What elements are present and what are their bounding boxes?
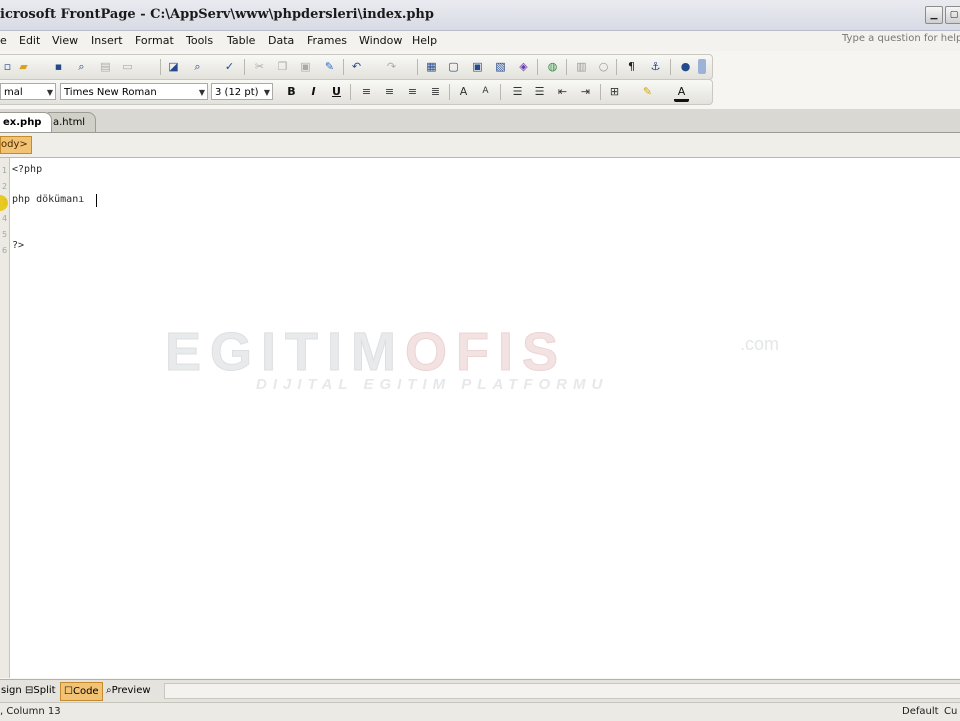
drawing-icon[interactable]: ◈ — [516, 59, 531, 74]
help-icon[interactable]: ● — [678, 59, 693, 74]
hyperlink-icon[interactable]: ◍ — [545, 59, 560, 74]
line-number-gutter: 1 2 3 4 5 6 — [0, 158, 10, 678]
help-search-input[interactable]: Type a question for help — [842, 33, 960, 44]
italic-button[interactable]: I — [306, 84, 321, 99]
open-icon[interactable]: ▰ — [16, 59, 31, 74]
web-component-icon[interactable]: ⚓ — [648, 59, 663, 74]
line-number: 5 — [1, 230, 8, 239]
style-select[interactable]: mal ▼ — [0, 83, 56, 100]
window-title: icrosoft FrontPage - C:\AppServ\www\phpd… — [0, 7, 434, 22]
watermark-logo: EGITIMOFIS — [165, 322, 568, 382]
line-number: 1 — [1, 166, 8, 175]
redo-icon[interactable]: ↷ — [384, 59, 399, 74]
highlight-icon[interactable]: ✎ — [640, 84, 655, 99]
menu-frames[interactable]: Frames — [307, 34, 347, 47]
format-painter-icon[interactable]: ✓ — [222, 59, 237, 74]
minimize-button[interactable]: ▁ — [925, 6, 943, 24]
toolbar-options-icon[interactable] — [698, 59, 706, 74]
publish-icon[interactable]: ▤ — [98, 59, 113, 74]
quick-tag-selector — [0, 133, 960, 158]
insert-layer-icon[interactable]: ▦ — [424, 59, 439, 74]
align-center-icon[interactable]: ≡ — [382, 84, 397, 99]
navigation-icon[interactable]: ○ — [596, 59, 611, 74]
menu-format[interactable]: Format — [135, 34, 174, 47]
text-caret — [96, 194, 97, 207]
insert-picture-icon[interactable]: ▧ — [493, 59, 508, 74]
tab-a-html[interactable]: a.html — [46, 112, 97, 132]
numbering-icon[interactable]: ☰ — [510, 84, 525, 99]
font-size-select[interactable]: 3 (12 pt) ▼ — [211, 83, 273, 100]
view-tab-code[interactable]: ☐Code — [60, 682, 103, 701]
menu-data[interactable]: Data — [268, 34, 294, 47]
increase-indent-icon[interactable]: ⇥ — [578, 84, 593, 99]
menu-bar: e Edit View Insert Format Tools Table Da… — [0, 31, 960, 51]
undo-icon-2[interactable]: ↶ — [349, 59, 364, 74]
standard-toolbar: ▫ ▰ ▪ ⌕ ▤ ▭ ◪ ⌕ ✓ ✂ ❐ ▣ ✎ ↶ ↷ ▦ ▢ ▣ ▧ ◈ … — [0, 54, 713, 80]
view-tab-split[interactable]: ⊟Split — [22, 682, 59, 699]
view-bar: sign ⊟Split ☐Code ⌕Preview — [0, 679, 960, 702]
line-number: 4 — [1, 214, 8, 223]
body-tag-button[interactable]: ody> — [0, 136, 32, 154]
status-bar: , Column 13 Default Cu — [0, 702, 960, 721]
code-line[interactable]: <?php — [12, 164, 42, 175]
font-color-icon[interactable]: A — [674, 84, 689, 102]
print-icon[interactable]: ▭ — [120, 59, 135, 74]
line-number: 2 — [1, 182, 8, 191]
view-tab-design[interactable]: sign — [0, 682, 25, 699]
copy-icon[interactable]: ❐ — [275, 59, 290, 74]
cut-icon[interactable]: ✂ — [252, 59, 267, 74]
paste-icon[interactable]: ▣ — [298, 59, 313, 74]
folder-list-icon[interactable]: ▥ — [574, 59, 589, 74]
bullets-icon[interactable]: ☰ — [532, 84, 547, 99]
align-right-icon[interactable]: ≡ — [405, 84, 420, 99]
search-icon[interactable]: ⌕ — [74, 59, 89, 74]
title-bar: icrosoft FrontPage - C:\AppServ\www\phpd… — [0, 0, 960, 31]
menu-table[interactable]: Table — [227, 34, 255, 47]
watermark-domain: .com — [740, 334, 780, 354]
status-mode: Default — [902, 706, 939, 717]
cursor-position: , Column 13 — [0, 706, 61, 717]
menu-view[interactable]: View — [52, 34, 78, 47]
tab-index-php[interactable]: ex.php — [0, 112, 53, 132]
menu-file[interactable]: e — [0, 34, 7, 47]
menu-help[interactable]: Help — [412, 34, 437, 47]
menu-edit[interactable]: Edit — [19, 34, 40, 47]
code-icon: ☐ — [64, 686, 73, 697]
status-extra: Cu — [944, 706, 958, 717]
code-line[interactable]: php dökümanı — [12, 194, 84, 205]
document-tabs: ex.php a.html — [0, 109, 960, 133]
font-select[interactable]: Times New Roman ▼ — [60, 83, 208, 100]
decrease-font-icon[interactable]: A — [478, 84, 493, 99]
line-number: 6 — [1, 246, 8, 255]
borders-icon[interactable]: ⊞ — [607, 84, 622, 99]
show-all-icon[interactable]: ¶ — [624, 59, 639, 74]
insert-frame-icon[interactable]: ▣ — [470, 59, 485, 74]
view-tab-preview[interactable]: ⌕Preview — [103, 682, 154, 699]
decrease-indent-icon[interactable]: ⇤ — [555, 84, 570, 99]
maximize-button[interactable]: ▢ — [945, 6, 960, 24]
menu-tools[interactable]: Tools — [186, 34, 213, 47]
menu-window[interactable]: Window — [359, 34, 402, 47]
justify-icon[interactable]: ≣ — [428, 84, 443, 99]
align-left-icon[interactable]: ≡ — [359, 84, 374, 99]
menu-insert[interactable]: Insert — [91, 34, 123, 47]
spelling-icon[interactable]: ⌕ — [190, 59, 205, 74]
code-editor[interactable] — [0, 158, 960, 678]
underline-button[interactable]: U — [329, 84, 344, 99]
formatting-toolbar: mal ▼ Times New Roman ▼ 3 (12 pt) ▼ B I U ≡… — [0, 79, 713, 105]
increase-font-icon[interactable]: A — [456, 84, 471, 99]
code-line[interactable]: ?> — [12, 240, 24, 251]
bold-button[interactable]: B — [284, 84, 299, 99]
save-icon[interactable]: ▪ — [51, 59, 66, 74]
preview-icon[interactable]: ◪ — [166, 59, 181, 74]
undo-icon[interactable]: ✎ — [322, 59, 337, 74]
horizontal-scrollbar[interactable] — [164, 683, 960, 699]
insert-table-icon[interactable]: ▢ — [446, 59, 461, 74]
watermark-subtitle: DIJITAL EGITIM PLATFORMU — [256, 376, 609, 393]
new-icon[interactable]: ▫ — [0, 59, 15, 74]
